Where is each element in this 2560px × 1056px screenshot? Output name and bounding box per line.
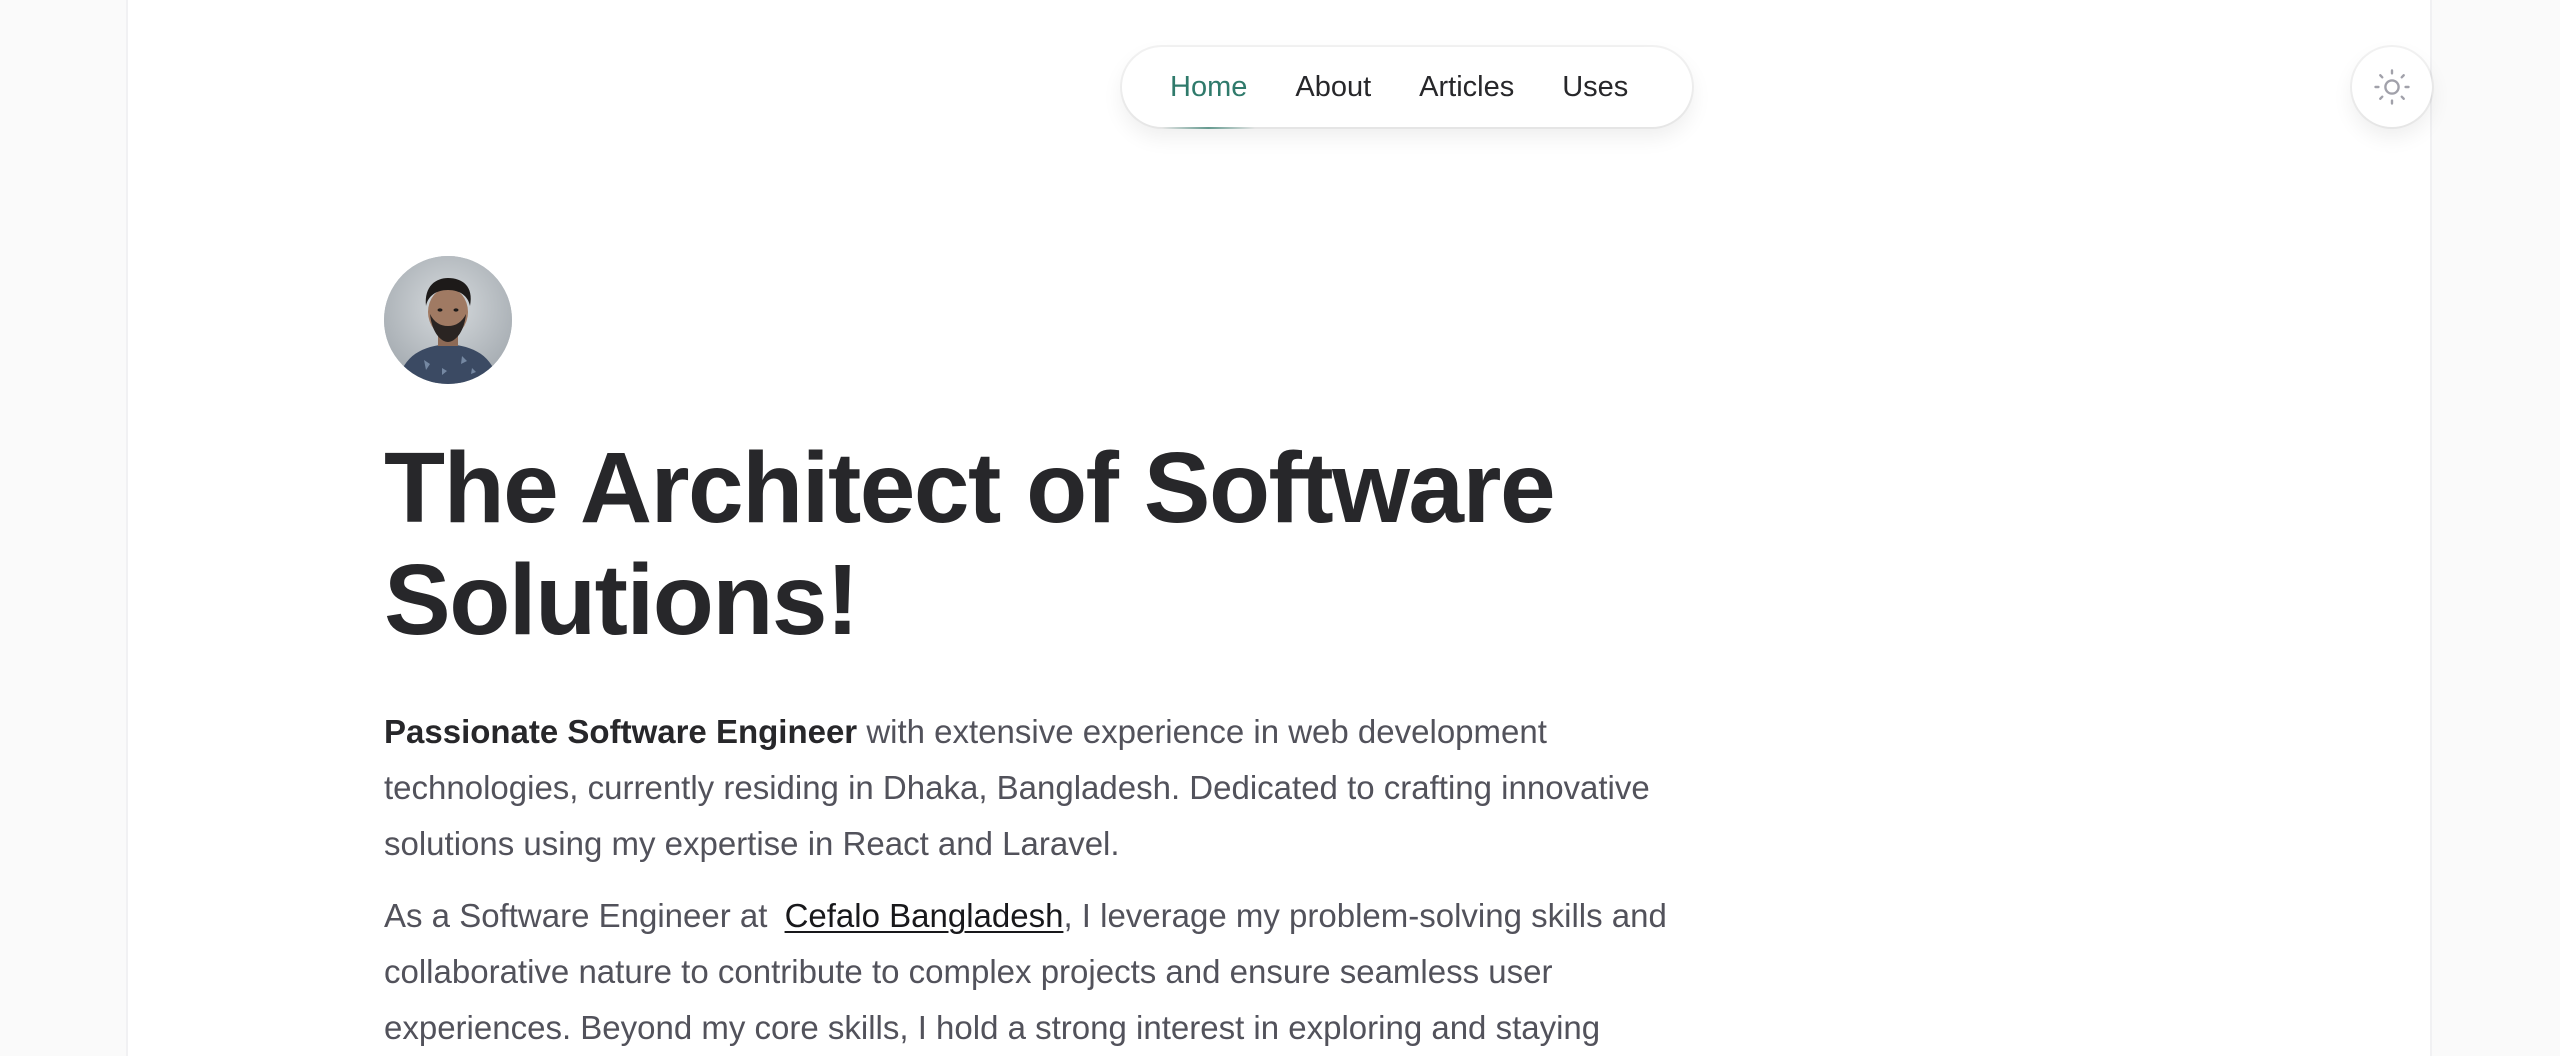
intro-bold-text: Passionate Software Engineer xyxy=(384,713,858,750)
nav-item-articles[interactable]: Articles xyxy=(1395,47,1538,127)
profile-photo xyxy=(384,256,512,384)
work-text-before: As a Software Engineer at xyxy=(384,897,768,934)
nav-item-home[interactable]: Home xyxy=(1146,47,1271,129)
page-title: The Architect of Software Solutions! xyxy=(384,432,1556,656)
nav-item-uses[interactable]: Uses xyxy=(1538,47,1652,127)
nav-item-about[interactable]: About xyxy=(1271,47,1395,127)
theme-toggle-button[interactable] xyxy=(2352,47,2432,127)
avatar xyxy=(384,256,512,384)
work-paragraph: As a Software Engineer at Cefalo Banglad… xyxy=(384,888,1684,1056)
main-nav: Home About Articles Uses xyxy=(1122,47,1692,129)
company-link[interactable]: Cefalo Bangladesh xyxy=(777,897,1064,934)
page-container: Home About Articles Uses The Architect o… xyxy=(128,0,2432,1056)
intro-paragraph: Passionate Software Engineer with extens… xyxy=(384,704,1684,872)
sun-icon xyxy=(2374,69,2410,105)
